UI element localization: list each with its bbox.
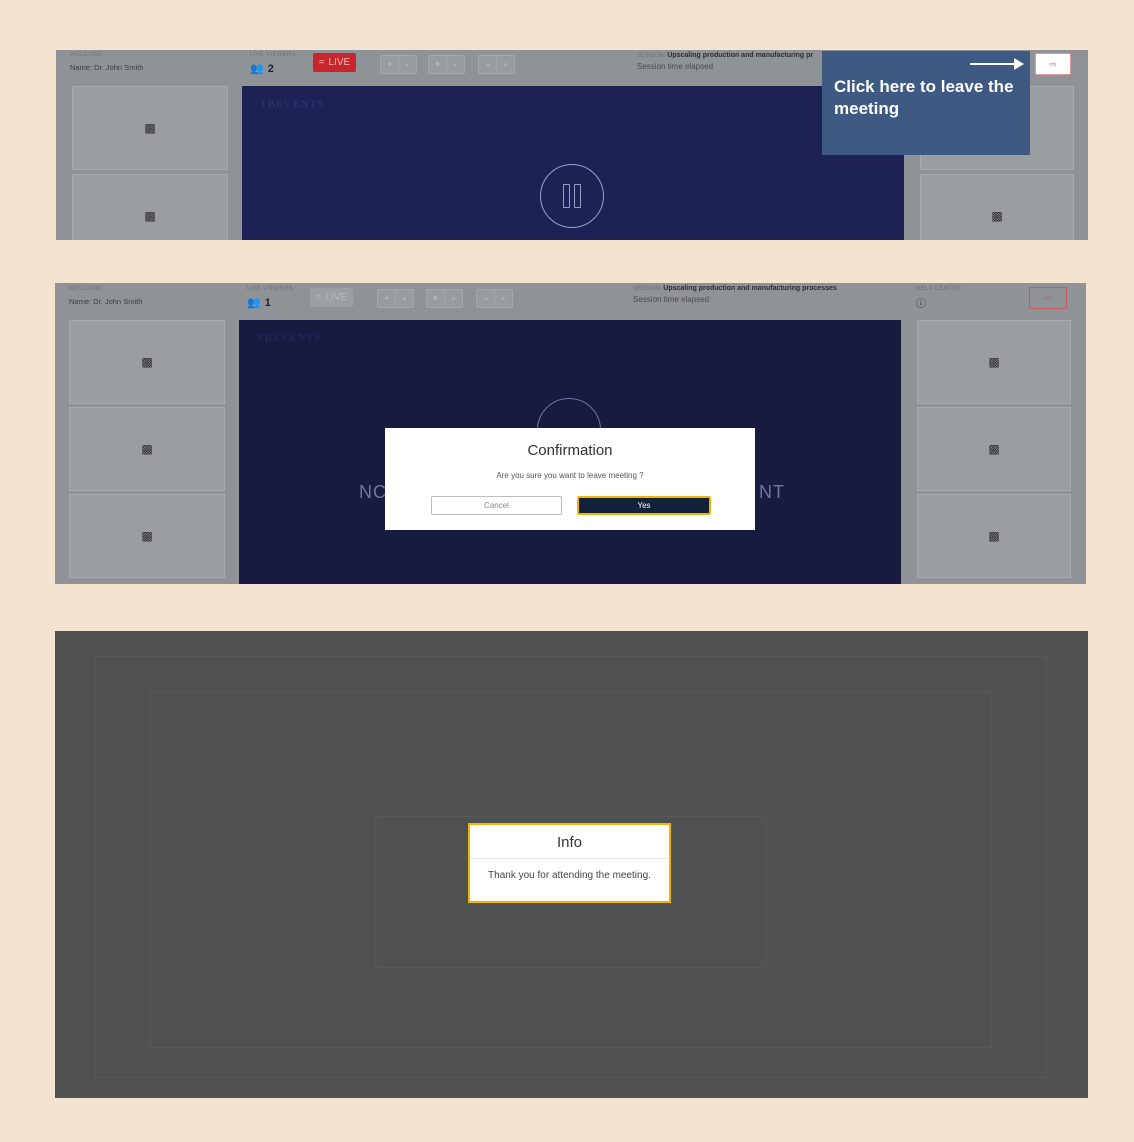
session-elapsed: Session time elapsed bbox=[633, 295, 710, 304]
chevron-down-icon: ▾ bbox=[453, 61, 458, 69]
camera-icon: ■ bbox=[429, 56, 447, 73]
leave-meeting-callout: Click here to leave the meeting bbox=[822, 51, 1030, 155]
camera-off-icon: ▩ bbox=[988, 442, 1000, 456]
video-tile: ▩ bbox=[917, 407, 1071, 491]
speaker-icon: ◂ bbox=[479, 56, 497, 73]
user-name: Name: Dr. John Smith bbox=[69, 297, 143, 306]
exit-icon: ⇨ bbox=[1044, 292, 1052, 303]
leave-meeting-button[interactable]: ⇨ bbox=[1035, 53, 1071, 75]
help-icon[interactable]: ⓘ bbox=[916, 295, 926, 310]
mic-icon: ● bbox=[378, 290, 396, 307]
video-tile: ▩ bbox=[69, 494, 225, 578]
stage-text-left: NC bbox=[359, 482, 387, 502]
cancel-button[interactable]: Cancel bbox=[431, 496, 562, 515]
stage-text-right: NT bbox=[759, 482, 785, 502]
users-icon: 👥 bbox=[250, 63, 264, 75]
brand-logo: TBEVENTS bbox=[257, 332, 322, 344]
mic-icon: ● bbox=[381, 56, 399, 73]
live-viewers-label: LIVE VIEWERS bbox=[250, 52, 296, 58]
camera-off-icon: ▩ bbox=[141, 442, 153, 456]
chevron-down-icon: ▾ bbox=[501, 295, 506, 303]
live-viewers-label: LIVE VIEWERS bbox=[247, 286, 293, 292]
video-tile: ▩ bbox=[69, 320, 225, 404]
mic-control[interactable]: ● ▾ bbox=[377, 289, 414, 308]
users-icon: 👥 bbox=[247, 297, 261, 309]
pause-icon[interactable] bbox=[540, 164, 604, 228]
video-tile: ▩ bbox=[917, 494, 1071, 578]
speaker-control[interactable]: ◂ ▾ bbox=[478, 55, 515, 74]
meeting-toolbar: WELCOME Name: Dr. John Smith LIVE VIEWER… bbox=[55, 283, 1086, 319]
speaker-control[interactable]: ◂ ▾ bbox=[476, 289, 513, 308]
camera-icon: ■ bbox=[427, 290, 445, 307]
brand-logo: TBEVENTS bbox=[260, 98, 325, 110]
live-button[interactable]: ≈ LIVE bbox=[310, 288, 354, 307]
confirmation-dialog: Confirmation Are you sure you want to le… bbox=[385, 428, 755, 530]
user-name: Name: Dr. John Smith bbox=[70, 63, 144, 72]
video-tile: ▩ bbox=[920, 174, 1074, 240]
yes-button[interactable]: Yes bbox=[577, 496, 711, 515]
chevron-down-icon: ▾ bbox=[405, 61, 410, 69]
camera-off-icon: ▩ bbox=[144, 209, 156, 223]
dialog-message: Thank you for attending the meeting. bbox=[488, 870, 651, 881]
dialog-title: Info bbox=[470, 825, 669, 859]
info-dialog: Info Thank you for attending the meeting… bbox=[468, 823, 671, 903]
camera-control[interactable]: ■ ▾ bbox=[428, 55, 465, 74]
session-title: SESSION: Upscaling production and manufa… bbox=[637, 52, 814, 59]
help-center-label: HELP CENTER bbox=[916, 286, 962, 292]
exit-icon: ⇨ bbox=[1049, 58, 1057, 69]
camera-control[interactable]: ■ ▾ bbox=[426, 289, 463, 308]
video-tile: ▩ bbox=[72, 174, 228, 240]
wifi-icon: ≈ bbox=[319, 57, 325, 68]
camera-off-icon: ▩ bbox=[988, 355, 1000, 369]
dialog-message: Are you sure you want to leave meeting ? bbox=[496, 471, 644, 480]
main-stage: TBEVENTS bbox=[242, 86, 904, 240]
camera-off-icon: ▩ bbox=[141, 529, 153, 543]
video-tile: ▩ bbox=[72, 86, 228, 170]
session-title: SESSION: Upscaling production and manufa… bbox=[633, 285, 837, 292]
chevron-down-icon: ▾ bbox=[451, 295, 456, 303]
dialog-title: Confirmation bbox=[527, 442, 613, 459]
wifi-icon: ≈ bbox=[316, 292, 322, 303]
viewers-count: 👥 2 bbox=[250, 62, 274, 76]
welcome-label: WELCOME bbox=[69, 286, 103, 292]
welcome-label: WELCOME bbox=[70, 52, 104, 58]
chevron-down-icon: ▾ bbox=[402, 295, 407, 303]
viewers-count: 👥 1 bbox=[247, 296, 271, 310]
camera-off-icon: ▩ bbox=[991, 209, 1003, 223]
camera-off-icon: ▩ bbox=[141, 355, 153, 369]
camera-off-icon: ▩ bbox=[144, 121, 156, 135]
mic-control[interactable]: ● ▾ bbox=[380, 55, 417, 74]
camera-off-icon: ▩ bbox=[988, 529, 1000, 543]
arrow-right-icon bbox=[970, 58, 1024, 70]
video-tile: ▩ bbox=[917, 320, 1071, 404]
chevron-down-icon: ▾ bbox=[503, 61, 508, 69]
video-tile: ▩ bbox=[69, 407, 225, 491]
session-elapsed: Session time elapsed bbox=[637, 62, 714, 71]
speaker-icon: ◂ bbox=[477, 290, 495, 307]
leave-meeting-button[interactable]: ⇨ bbox=[1029, 287, 1067, 309]
live-button[interactable]: ≈ LIVE bbox=[313, 53, 357, 72]
